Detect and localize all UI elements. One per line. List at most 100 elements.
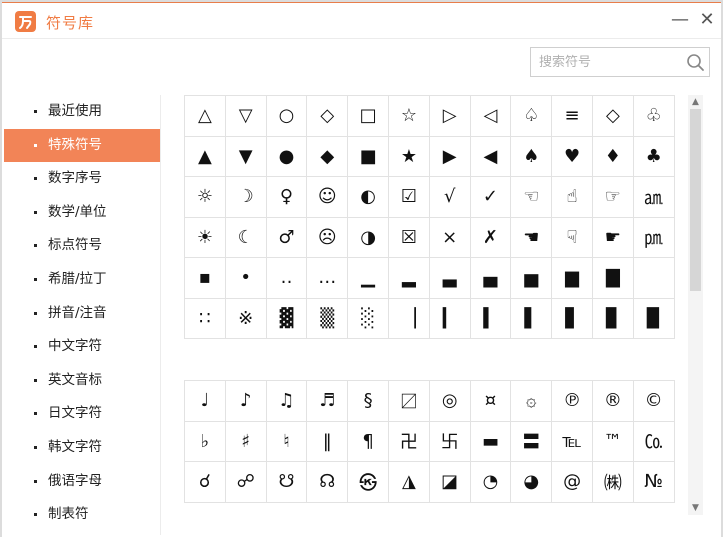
symbol-cell[interactable]: ▃	[428, 257, 471, 299]
symbol-cell[interactable]: ☀	[184, 216, 226, 258]
symbol-cell[interactable]: ▅	[510, 257, 553, 299]
symbol-cell[interactable]: ♤	[510, 95, 553, 137]
symbol-cell[interactable]: 〼	[387, 380, 430, 422]
symbol-cell[interactable]: •	[224, 257, 267, 299]
symbol-cell[interactable]: ♩	[184, 380, 226, 422]
vertical-scrollbar[interactable]: ▲ ▼	[688, 95, 703, 515]
symbol-cell[interactable]: ▬	[469, 420, 512, 462]
symbol-cell[interactable]: ♭	[184, 420, 226, 462]
symbol-cell[interactable]: ☆	[387, 95, 430, 137]
symbol-cell[interactable]: ▎	[428, 297, 471, 339]
symbol-cell[interactable]: ▲	[184, 135, 226, 177]
symbol-cell[interactable]: ☝	[551, 176, 593, 218]
symbol-cell[interactable]: ♀	[265, 176, 308, 218]
symbol-cell[interactable]: ♧	[632, 95, 675, 137]
symbol-cell[interactable]: §	[347, 380, 389, 422]
symbol-cell[interactable]: ▷	[428, 95, 471, 137]
symbol-cell[interactable]: ▉	[632, 297, 675, 339]
symbol-cell[interactable]: ◀	[469, 135, 512, 177]
symbol-cell[interactable]: ░	[347, 297, 389, 339]
symbol-cell[interactable]: ★	[387, 135, 430, 177]
search-input[interactable]	[539, 52, 679, 72]
symbol-cell[interactable]: ¶	[347, 420, 389, 462]
symbol-cell[interactable]: ㈱	[591, 461, 634, 503]
symbol-cell[interactable]: ▂	[387, 257, 430, 299]
symbol-cell[interactable]: ☹	[306, 216, 349, 258]
symbol-cell[interactable]	[632, 257, 675, 299]
symbol-cell[interactable]: ‖	[306, 420, 349, 462]
symbol-cell[interactable]: △	[184, 95, 226, 137]
symbol-cell[interactable]: 〓	[510, 420, 553, 462]
symbol-cell[interactable]: …	[306, 257, 349, 299]
symbol-cell[interactable]: ◪	[428, 461, 471, 503]
symbol-cell[interactable]: ♯	[224, 420, 267, 462]
symbol-cell[interactable]: ♬	[306, 380, 349, 422]
symbol-cell[interactable]: ※	[224, 297, 267, 339]
symbol-cell[interactable]: ☚	[510, 216, 553, 258]
symbol-cell[interactable]: ▓	[265, 297, 308, 339]
symbol-cell[interactable]: ☒	[387, 216, 430, 258]
symbol-cell[interactable]: ♂	[265, 216, 308, 258]
symbol-cell[interactable]: ©	[632, 380, 675, 422]
symbol-cell[interactable]: ◕	[510, 461, 553, 503]
symbol-cell[interactable]: ☼	[184, 176, 226, 218]
symbol-cell[interactable]: ☽	[224, 176, 267, 218]
symbol-cell[interactable]: ♦	[591, 135, 634, 177]
sidebar-item[interactable]: 俄语字母	[4, 465, 160, 499]
symbol-cell[interactable]: ▌	[510, 297, 553, 339]
symbol-cell[interactable]: ◁	[469, 95, 512, 137]
symbol-cell[interactable]: ♮	[265, 420, 308, 462]
symbol-cell[interactable]: □	[347, 95, 389, 137]
sidebar-item[interactable]: 特殊符号	[4, 128, 160, 163]
symbol-cell[interactable]: ∷	[184, 297, 226, 339]
symbol-cell[interactable]: ✓	[469, 176, 512, 218]
sidebar-item[interactable]: 英文音标	[4, 364, 160, 398]
symbol-cell[interactable]: ♠	[510, 135, 553, 177]
symbol-cell[interactable]: ☛	[591, 216, 634, 258]
symbol-cell[interactable]: ‥	[265, 257, 308, 299]
symbol-cell[interactable]: ☺	[306, 176, 349, 218]
symbol-cell[interactable]: ×	[428, 216, 471, 258]
symbol-cell[interactable]: ™	[591, 420, 634, 462]
sidebar-item[interactable]: 数学/单位	[4, 196, 160, 230]
scroll-up-arrow-icon[interactable]: ▲	[688, 95, 703, 109]
symbol-cell[interactable]: ○	[265, 95, 308, 137]
symbol-cell[interactable]: ▕	[387, 297, 430, 339]
symbol-cell[interactable]: ☋	[265, 461, 308, 503]
sidebar-item[interactable]: 拼音/注音	[4, 297, 160, 331]
symbol-cell[interactable]: ●	[265, 135, 308, 177]
symbol-cell[interactable]: ◇	[306, 95, 349, 137]
symbol-cell[interactable]: ♣	[632, 135, 675, 177]
symbol-cell[interactable]: ▇	[591, 257, 634, 299]
symbol-cell[interactable]: ▄	[469, 257, 512, 299]
symbol-cell[interactable]: ☞	[591, 176, 634, 218]
symbol-cell[interactable]: ۞	[510, 380, 553, 422]
symbol-cell[interactable]: ☾	[224, 216, 267, 258]
sidebar-item[interactable]: 最近使用	[4, 95, 160, 129]
symbol-cell[interactable]: ◎	[428, 380, 471, 422]
symbol-cell[interactable]: ▋	[551, 297, 593, 339]
symbol-cell[interactable]: ®	[591, 380, 634, 422]
symbol-cell[interactable]: ☍	[224, 461, 267, 503]
symbol-cell[interactable]: ㉿	[347, 461, 389, 503]
sidebar-item[interactable]: 韩文字符	[4, 431, 160, 465]
symbol-cell[interactable]: ▁	[347, 257, 389, 299]
symbol-cell[interactable]: ▽	[224, 95, 267, 137]
symbol-cell[interactable]: ℡	[551, 420, 593, 462]
symbol-cell[interactable]: ▍	[469, 297, 512, 339]
symbol-cell[interactable]: №	[632, 461, 675, 503]
symbol-cell[interactable]: ㏘	[632, 216, 675, 258]
scrollbar-thumb[interactable]	[690, 109, 701, 291]
symbol-cell[interactable]: ◆	[306, 135, 349, 177]
symbol-cell[interactable]: ♫	[265, 380, 308, 422]
symbol-cell[interactable]: @	[551, 461, 593, 503]
symbol-cell[interactable]: ☌	[184, 461, 226, 503]
symbol-cell[interactable]: ℗	[551, 380, 593, 422]
symbol-cell[interactable]: ≡	[551, 95, 593, 137]
symbol-cell[interactable]: ✗	[469, 216, 512, 258]
symbol-cell[interactable]: ☜	[510, 176, 553, 218]
symbol-cell[interactable]: ☊	[306, 461, 349, 503]
symbol-cell[interactable]: ♥	[551, 135, 593, 177]
symbol-cell[interactable]: 卍	[387, 420, 430, 462]
scroll-down-arrow-icon[interactable]: ▼	[688, 501, 703, 515]
